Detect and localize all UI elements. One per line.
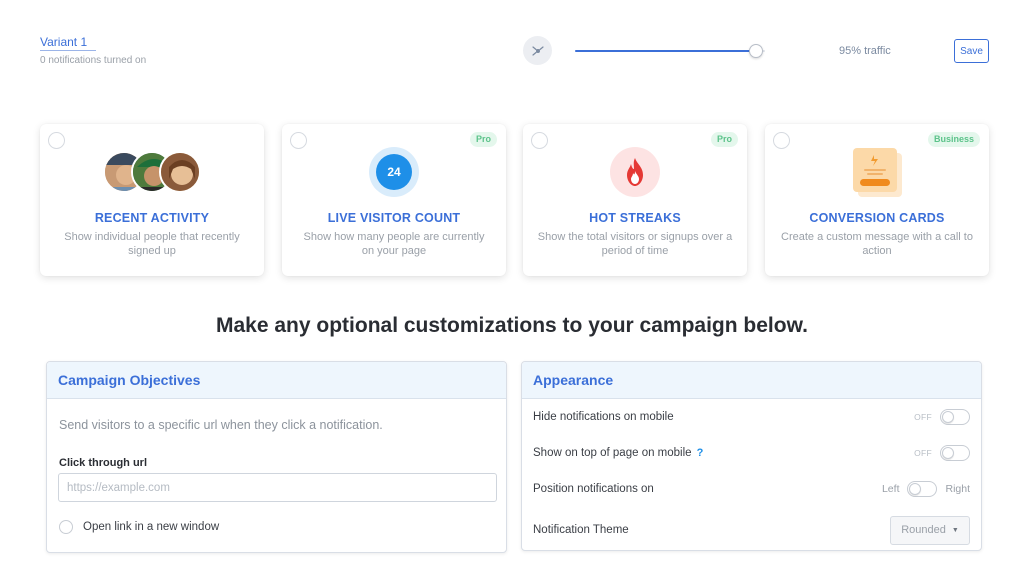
appearance-panel: Appearance Hide notifications on mobile … bbox=[521, 361, 982, 551]
position-label: Position notifications on bbox=[533, 483, 654, 495]
panel-title: Appearance bbox=[522, 362, 981, 399]
position-left-label: Left bbox=[881, 483, 900, 495]
card-description: Show how many people are currently on yo… bbox=[303, 231, 485, 257]
campaign-objectives-panel: Campaign Objectives Send visitors to a s… bbox=[46, 361, 507, 553]
hot-streak-visual bbox=[523, 144, 747, 200]
card-description: Show the total visitors or signups over … bbox=[537, 231, 733, 257]
card-description: Create a custom message with a call to a… bbox=[781, 231, 973, 257]
slider-handle[interactable] bbox=[748, 44, 763, 58]
card-title: LIVE VISITOR COUNT bbox=[327, 211, 461, 225]
toggle-state-label: OFF bbox=[914, 412, 932, 422]
flame-icon bbox=[610, 147, 660, 197]
top-mobile-toggle[interactable] bbox=[940, 445, 970, 461]
panel-title: Campaign Objectives bbox=[47, 362, 506, 399]
traffic-slider[interactable] bbox=[575, 44, 765, 58]
split-traffic-icon bbox=[523, 36, 552, 65]
position-right-label: Right bbox=[945, 483, 970, 495]
slider-fill bbox=[575, 50, 756, 52]
toggle-knob bbox=[909, 483, 922, 495]
visitor-count-number: 24 bbox=[376, 154, 412, 190]
hide-mobile-toggle[interactable] bbox=[940, 409, 970, 425]
card-conversion-cards[interactable]: Business CONVERSION CARDS Create a custo… bbox=[765, 124, 989, 276]
toggle-knob bbox=[942, 447, 954, 459]
card-title: RECENT ACTIVITY bbox=[94, 211, 210, 225]
click-through-url-label: Click through url bbox=[59, 457, 147, 469]
help-icon[interactable]: ? bbox=[697, 447, 704, 459]
variant-name-link[interactable]: Variant 1 bbox=[40, 35, 96, 51]
traffic-label: 95% traffic bbox=[839, 45, 891, 57]
card-recent-activity[interactable]: RECENT ACTIVITY Show individual people t… bbox=[40, 124, 264, 276]
save-button[interactable]: Save bbox=[954, 39, 989, 63]
objectives-description: Send visitors to a specific url when the… bbox=[59, 418, 383, 432]
top-mobile-row: Show on top of page on mobile ? OFF bbox=[533, 443, 970, 463]
chevron-down-icon: ▼ bbox=[951, 526, 959, 534]
toggle-state-label: OFF bbox=[914, 448, 932, 458]
theme-select[interactable]: Rounded ▼ bbox=[890, 515, 970, 545]
hide-mobile-row: Hide notifications on mobile OFF bbox=[533, 407, 970, 427]
card-hot-streaks[interactable]: Pro HOT STREAKS Show the total visitors … bbox=[523, 124, 747, 276]
position-row: Position notifications on Left Right bbox=[533, 479, 970, 499]
theme-row: Notification Theme Rounded ▼ bbox=[533, 515, 970, 545]
top-mobile-label: Show on top of page on mobile bbox=[533, 447, 692, 459]
visitor-count-icon: 24 bbox=[369, 147, 419, 197]
notifications-status: 0 notifications turned on bbox=[40, 55, 147, 66]
conversion-card-visual bbox=[765, 144, 989, 200]
toggle-knob bbox=[942, 411, 954, 423]
card-description: Show individual people that recently sig… bbox=[64, 231, 240, 257]
new-window-label: Open link in a new window bbox=[83, 521, 220, 533]
hide-mobile-label: Hide notifications on mobile bbox=[533, 411, 674, 423]
theme-select-value: Rounded bbox=[901, 524, 946, 536]
card-live-visitor-count[interactable]: Pro 24 LIVE VISITOR COUNT Show how many … bbox=[282, 124, 506, 276]
conversion-card-icon bbox=[852, 147, 902, 197]
visitor-count-visual: 24 bbox=[282, 144, 506, 200]
theme-label: Notification Theme bbox=[533, 524, 629, 536]
avatar bbox=[159, 151, 201, 193]
page-heading: Make any optional customizations to your… bbox=[216, 314, 808, 337]
click-through-url-input[interactable] bbox=[58, 473, 497, 502]
avatar-group bbox=[40, 144, 264, 200]
card-title: HOT STREAKS bbox=[589, 211, 681, 225]
position-toggle[interactable] bbox=[907, 481, 938, 497]
card-title: CONVERSION CARDS bbox=[809, 211, 945, 225]
new-window-radio[interactable] bbox=[59, 520, 73, 534]
